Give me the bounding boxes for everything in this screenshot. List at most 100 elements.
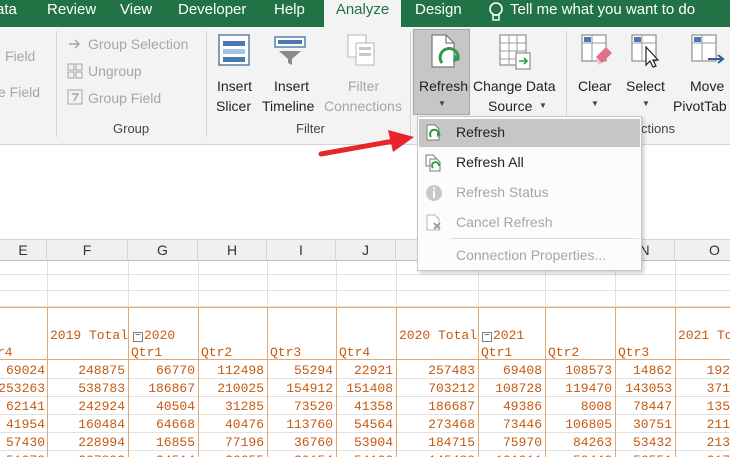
- pivot-cell[interactable]: 192: [707, 363, 730, 378]
- pivot-cell[interactable]: 273468: [428, 417, 475, 432]
- pivot-header-qtr[interactable]: Qtr3: [270, 345, 301, 360]
- column-header[interactable]: G: [128, 240, 198, 261]
- column-header[interactable]: E: [0, 240, 47, 261]
- pivot-cell[interactable]: 62141: [6, 399, 45, 414]
- pivot-cell[interactable]: 101011: [495, 453, 542, 457]
- pivot-cell[interactable]: 59446: [573, 453, 612, 457]
- pivot-header-qtr[interactable]: Qtr4: [339, 345, 370, 360]
- collapse-icon[interactable]: −: [482, 332, 492, 342]
- column-header[interactable]: J: [336, 240, 396, 261]
- pivot-cell[interactable]: 8008: [581, 399, 612, 414]
- pivot-header-qtr[interactable]: r4: [0, 345, 13, 360]
- filter-connections-line2[interactable]: Connections: [324, 97, 402, 115]
- pivot-cell[interactable]: 135: [707, 399, 730, 414]
- pivot-cell[interactable]: 73446: [503, 417, 542, 432]
- tab-data[interactable]: ata: [0, 0, 17, 27]
- pivot-header-2021-total[interactable]: 2021 Total: [678, 328, 730, 343]
- pivot-cell[interactable]: 228994: [78, 435, 125, 450]
- pivot-cell[interactable]: 30751: [633, 417, 672, 432]
- column-header[interactable]: F: [47, 240, 128, 261]
- pivot-cell[interactable]: 75970: [503, 435, 542, 450]
- pivot-cell[interactable]: 108573: [565, 363, 612, 378]
- pivot-cell[interactable]: 54166: [354, 453, 393, 457]
- move-pivottable-line2[interactable]: PivotTab: [673, 97, 727, 115]
- pivot-cell[interactable]: 119470: [565, 381, 612, 396]
- pivot-cell[interactable]: 14862: [633, 363, 672, 378]
- select-button[interactable]: Select: [626, 77, 665, 95]
- filter-connections-line1[interactable]: Filter: [348, 77, 379, 95]
- pivot-cell[interactable]: 69408: [503, 363, 542, 378]
- pivot-cell[interactable]: 217: [707, 453, 730, 457]
- menu-item-refresh-status[interactable]: Refresh Status: [419, 179, 640, 207]
- clear-button[interactable]: Clear: [578, 77, 611, 95]
- pivot-cell[interactable]: 145489: [428, 453, 475, 457]
- tab-analyze[interactable]: Analyze: [324, 0, 401, 27]
- pivot-cell[interactable]: 112498: [217, 363, 264, 378]
- move-pivottable-line1[interactable]: Move: [690, 77, 724, 95]
- insert-slicer-line1[interactable]: Insert: [217, 77, 252, 95]
- pivot-header-2020-total[interactable]: 2020 Total: [399, 328, 477, 343]
- pivot-cell[interactable]: 66770: [156, 363, 195, 378]
- pivot-cell[interactable]: 211: [707, 417, 730, 432]
- pivot-cell[interactable]: 371: [707, 381, 730, 396]
- refresh-button-label[interactable]: Refresh: [419, 77, 468, 95]
- pivot-cell[interactable]: 538783: [78, 381, 125, 396]
- pivot-cell[interactable]: 69024: [6, 363, 45, 378]
- pivot-cell[interactable]: 40504: [156, 399, 195, 414]
- pivot-header-qtr[interactable]: Qtr2: [201, 345, 232, 360]
- pivot-cell[interactable]: 40476: [225, 417, 264, 432]
- pivot-header-2020[interactable]: −2020: [133, 328, 175, 343]
- pivot-cell[interactable]: 20154: [294, 453, 333, 457]
- change-data-source-line1[interactable]: Change Data: [473, 77, 556, 95]
- change-data-source-line2[interactable]: Source: [488, 97, 532, 115]
- pivot-cell[interactable]: 49386: [503, 399, 542, 414]
- column-header[interactable]: H: [198, 240, 267, 261]
- pivot-cell[interactable]: 57430: [6, 435, 45, 450]
- worksheet-grid[interactable]: 2019 Total −2020 2020 Total −2021 2021 T…: [0, 261, 730, 457]
- tab-view[interactable]: View: [120, 0, 152, 27]
- ungroup-button[interactable]: Ungroup: [88, 62, 142, 80]
- pivot-cell[interactable]: 184715: [428, 435, 475, 450]
- tab-developer[interactable]: Developer: [178, 0, 246, 27]
- menu-item-refresh-all[interactable]: Refresh All: [419, 149, 640, 177]
- insert-timeline-line2[interactable]: Timeline: [262, 97, 314, 115]
- pivot-cell[interactable]: 53432: [633, 435, 672, 450]
- pivot-cell[interactable]: 248875: [78, 363, 125, 378]
- pivot-cell[interactable]: 22921: [354, 363, 393, 378]
- pivot-cell[interactable]: 186867: [148, 381, 195, 396]
- tab-design[interactable]: Design: [415, 0, 462, 27]
- pivot-cell[interactable]: 84263: [573, 435, 612, 450]
- column-header[interactable]: O: [675, 240, 730, 261]
- pivot-cell[interactable]: 703212: [428, 381, 475, 396]
- pivot-cell[interactable]: 73520: [294, 399, 333, 414]
- pivot-cell[interactable]: 108728: [495, 381, 542, 396]
- insert-timeline-line1[interactable]: Insert: [274, 77, 309, 95]
- pivot-header-2019-total[interactable]: 2019 Total: [50, 328, 128, 343]
- tab-review[interactable]: Review: [47, 0, 96, 27]
- pivot-cell[interactable]: 151408: [346, 381, 393, 396]
- pivot-cell[interactable]: 41954: [6, 417, 45, 432]
- menu-item-refresh[interactable]: Refresh: [419, 119, 640, 147]
- pivot-cell[interactable]: 53904: [354, 435, 393, 450]
- menu-item-cancel-refresh[interactable]: Cancel Refresh: [419, 209, 640, 237]
- pivot-cell[interactable]: 213: [707, 435, 730, 450]
- field-settings-button[interactable]: Field: [5, 47, 35, 65]
- pivot-cell[interactable]: 34514: [156, 453, 195, 457]
- pivot-header-qtr[interactable]: Qtr3: [618, 345, 649, 360]
- pivot-cell[interactable]: 242924: [78, 399, 125, 414]
- pivot-cell[interactable]: 55294: [294, 363, 333, 378]
- pivot-cell[interactable]: 56551: [633, 453, 672, 457]
- pivot-header-qtr[interactable]: Qtr2: [548, 345, 579, 360]
- collapse-icon[interactable]: −: [133, 332, 143, 342]
- pivot-cell[interactable]: 51078: [6, 453, 45, 457]
- pivot-cell[interactable]: 186687: [428, 399, 475, 414]
- tab-help[interactable]: Help: [274, 0, 305, 27]
- insert-slicer-line2[interactable]: Slicer: [216, 97, 251, 115]
- pivot-cell[interactable]: 54564: [354, 417, 393, 432]
- pivot-cell[interactable]: 154912: [286, 381, 333, 396]
- group-selection-button[interactable]: Group Selection: [88, 35, 188, 53]
- pivot-cell[interactable]: 257483: [428, 363, 475, 378]
- pivot-header-2021[interactable]: −2021: [482, 328, 524, 343]
- tell-me-search[interactable]: Tell me what you want to do: [510, 0, 695, 27]
- pivot-cell[interactable]: 253263: [0, 381, 45, 396]
